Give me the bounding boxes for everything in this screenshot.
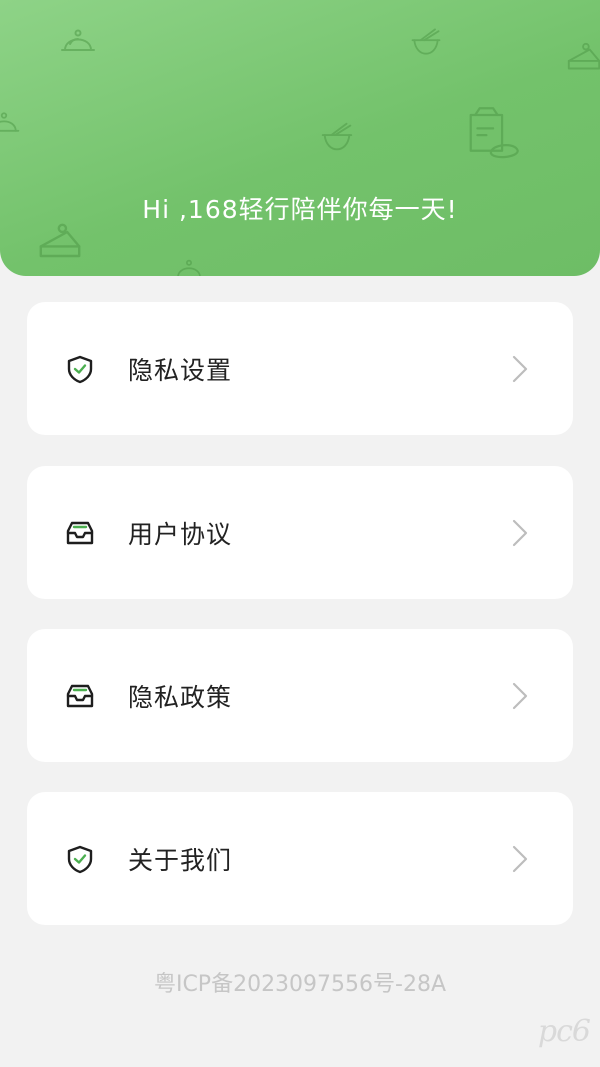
cloche-icon [177, 259, 201, 276]
cloche-icon [61, 29, 95, 51]
menu-item-label: 用户协议 [128, 519, 233, 549]
menu-item-user-agreement[interactable]: 用户协议 [27, 466, 573, 599]
cloche-icon [0, 112, 20, 132]
shield-check-icon [64, 353, 96, 385]
menu-item-about-us[interactable]: 关于我们 [27, 792, 573, 925]
menu-item-label: 隐私政策 [128, 682, 233, 712]
menu-item-label: 关于我们 [128, 845, 233, 875]
chevron-right-icon [511, 354, 529, 384]
cake-slice-icon [39, 223, 81, 258]
watermark-logo: pc6 [537, 1014, 591, 1049]
icp-license-text: 粤ICP备2023097556号-28A [153, 972, 447, 997]
noodle-bowl-icon [321, 122, 353, 151]
shield-check-icon [64, 843, 96, 875]
inbox-icon [64, 680, 96, 712]
menu-item-privacy-policy[interactable]: 隐私政策 [27, 629, 573, 762]
header-banner: Hi ,168轻行陪伴你每一天! [0, 0, 600, 276]
chevron-right-icon [511, 681, 529, 711]
greeting-text: Hi ,168轻行陪伴你每一天! [142, 195, 458, 224]
app-screen: Hi ,168轻行陪伴你每一天! 隐私设置 用户协议 隐私政策 关于我们 粤IC… [0, 0, 600, 1067]
bread-bag-icon [469, 107, 519, 159]
noodle-bowl-icon [411, 28, 441, 55]
chevron-right-icon [511, 518, 529, 548]
menu-item-privacy-settings[interactable]: 隐私设置 [27, 302, 573, 435]
menu-item-label: 隐私设置 [128, 355, 233, 385]
cake-slice-icon [567, 42, 600, 70]
inbox-icon [64, 517, 96, 549]
chevron-right-icon [511, 844, 529, 874]
